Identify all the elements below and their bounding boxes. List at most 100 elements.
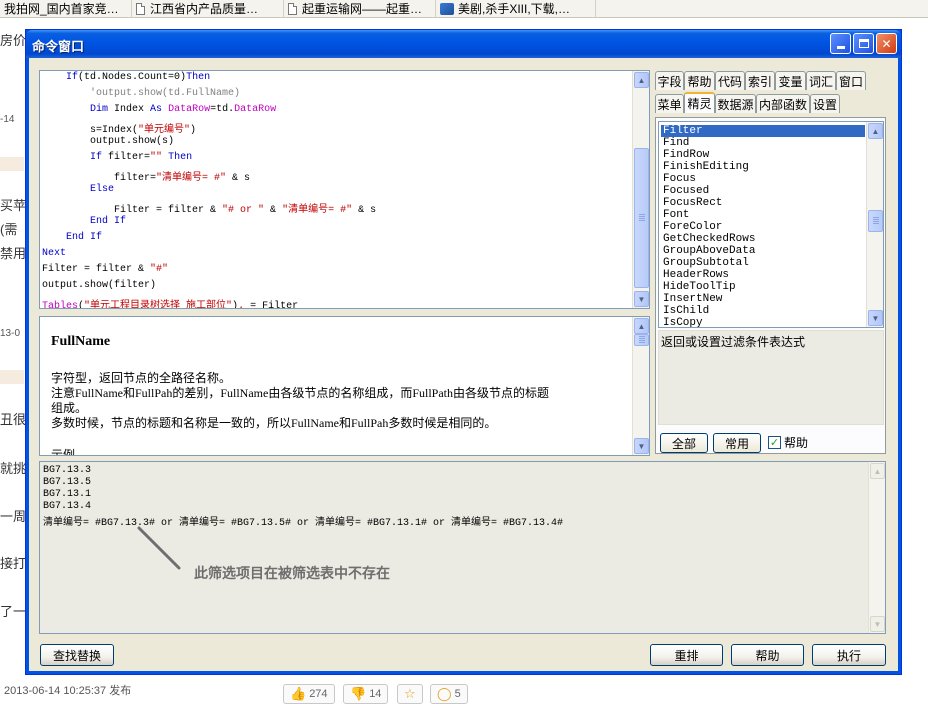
output-scrollbar[interactable]: ▲ ▼: [868, 462, 885, 633]
minimize-button[interactable]: [830, 33, 851, 54]
scroll-up-icon[interactable]: ▲: [870, 463, 885, 479]
tab-vocabulary[interactable]: 词汇: [806, 71, 836, 90]
help-scrollbar[interactable]: ▲ ▼: [632, 317, 649, 455]
help-viewer[interactable]: FullName 字符型，返回节点的全路径名称。 注意FullName和Full…: [39, 316, 650, 456]
dislike-button[interactable]: 👎 14: [343, 684, 389, 704]
member-item[interactable]: GroupAboveData: [661, 245, 865, 257]
member-item[interactable]: HeaderRows: [661, 269, 865, 281]
tab-internal-functions[interactable]: 内部函数: [756, 94, 810, 113]
code-line: If(td.Nodes.Count=0)Then: [42, 72, 210, 83]
member-item[interactable]: IsChild: [661, 305, 865, 317]
title-bar[interactable]: 命令窗口 ✕: [26, 30, 901, 58]
help-line: 示例: [51, 448, 76, 456]
comment-icon: ◯: [437, 686, 452, 701]
tab-variables[interactable]: 变量: [775, 71, 806, 90]
member-item[interactable]: FocusRect: [661, 197, 865, 209]
page-fragment: 房价: [0, 33, 27, 48]
code-line: output.show(filter): [42, 280, 156, 291]
tab-code[interactable]: 代码: [715, 71, 745, 90]
code-token: 'output.show(td.FullName): [90, 88, 241, 99]
tab-menu[interactable]: 菜单: [655, 94, 684, 113]
bookmark-3[interactable]: 美剧,杀手XIII,下载,…: [436, 0, 596, 17]
code-line: If filter="" Then: [42, 152, 192, 163]
code-token: Else: [90, 184, 115, 195]
scroll-down-icon[interactable]: ▼: [868, 310, 883, 326]
all-button[interactable]: 全部: [660, 433, 708, 453]
scroll-up-icon[interactable]: ▲: [868, 123, 883, 139]
member-item[interactable]: IsCopy: [661, 317, 865, 327]
tab-index[interactable]: 索引: [745, 71, 775, 90]
member-item[interactable]: FinishEditing: [661, 161, 865, 173]
member-item[interactable]: Filter: [661, 125, 865, 137]
code-token: output.show(s): [42, 136, 175, 147]
code-token: Then: [168, 152, 193, 163]
favorite-button[interactable]: ☆: [397, 684, 423, 704]
bookmark-2[interactable]: 起重运输网——起重…: [284, 0, 436, 17]
description-text: 返回或设置过滤条件表达式: [661, 335, 806, 349]
code-scrollbar[interactable]: ▲ ▼: [632, 71, 649, 308]
help-checkbox[interactable]: ✓ 帮助: [768, 434, 808, 451]
member-item[interactable]: Focused: [661, 185, 865, 197]
code-line: Next: [42, 248, 66, 259]
scroll-down-icon[interactable]: ▼: [634, 291, 649, 307]
close-button[interactable]: ✕: [876, 33, 897, 54]
member-list[interactable]: Filter Find FindRow FinishEditing Focus Focus…: [658, 121, 884, 328]
tab-help[interactable]: 帮助: [684, 71, 715, 90]
tab-datasource[interactable]: 数据源: [715, 94, 756, 113]
checkmark-icon[interactable]: ✓: [768, 436, 781, 449]
scroll-thumb[interactable]: [634, 334, 649, 346]
page-fragment: 买苹: [0, 198, 27, 213]
common-button[interactable]: 常用: [713, 433, 761, 453]
page-band: [0, 370, 24, 384]
output-line: BG7.13.1: [43, 489, 92, 500]
member-item[interactable]: InsertNew: [661, 293, 865, 305]
scroll-thumb[interactable]: [634, 148, 649, 288]
member-item[interactable]: Font: [661, 209, 865, 221]
help-title: FullName: [51, 334, 111, 349]
tab-window[interactable]: 窗口: [836, 71, 866, 90]
member-scrollbar[interactable]: ▲ ▼: [866, 122, 883, 327]
comment-button[interactable]: ◯ 5: [430, 684, 468, 704]
code-line: filter="清单编号= #" & s: [42, 168, 250, 184]
scroll-thumb[interactable]: [868, 210, 883, 232]
member-item[interactable]: ForeColor: [661, 221, 865, 233]
like-button[interactable]: 👍 274: [283, 684, 335, 704]
output-console[interactable]: BG7.13.3 BG7.13.5 BG7.13.1 BG7.13.4 清单编号…: [39, 461, 886, 634]
help-button[interactable]: 帮助: [731, 644, 804, 666]
member-item[interactable]: GetCheckedRows: [661, 233, 865, 245]
tab-settings[interactable]: 设置: [810, 94, 840, 113]
tab-wizard[interactable]: 精灵: [684, 92, 715, 113]
code-token: "#": [150, 264, 169, 275]
member-item[interactable]: GroupSubtotal: [661, 257, 865, 269]
maximize-button[interactable]: [853, 33, 874, 54]
code-editor[interactable]: If(td.Nodes.Count=0)Then 'output.show(td…: [39, 70, 650, 309]
scroll-down-icon[interactable]: ▼: [634, 438, 649, 454]
dislike-count: 14: [369, 688, 382, 700]
close-icon: ✕: [881, 36, 892, 51]
execute-button[interactable]: 执行: [812, 644, 886, 666]
scroll-up-icon[interactable]: ▲: [634, 72, 649, 88]
command-window: 命令窗口 ✕ If(td.Nodes.Count=0)Then 'output.…: [25, 29, 902, 675]
scroll-down-icon[interactable]: ▼: [870, 616, 885, 632]
code-token: & s: [226, 173, 251, 184]
find-replace-button[interactable]: 查找替换: [40, 644, 114, 666]
bookmark-1[interactable]: 江西省内产品质量…: [132, 0, 284, 17]
code-line: output.show(s): [42, 136, 174, 147]
member-item[interactable]: FindRow: [661, 149, 865, 161]
scroll-up-icon[interactable]: ▲: [634, 318, 649, 334]
rearrange-button[interactable]: 重排: [650, 644, 723, 666]
tab-fields[interactable]: 字段: [655, 71, 684, 90]
bookmark-label: 我拍网_国内首家竞…: [4, 2, 119, 16]
member-item[interactable]: Find: [661, 137, 865, 149]
output-line: BG7.13.3: [43, 465, 92, 476]
code-token: filter=: [102, 152, 151, 163]
bookmark-0[interactable]: 我拍网_国内首家竞…: [0, 0, 132, 17]
member-item[interactable]: HideToolTip: [661, 281, 865, 293]
page-fragment: 了一: [0, 604, 27, 619]
output-line: BG7.13.5: [43, 477, 92, 488]
maximize-icon: [858, 39, 869, 48]
page-fragment: 丑很: [0, 412, 27, 427]
member-item[interactable]: Focus: [661, 173, 865, 185]
